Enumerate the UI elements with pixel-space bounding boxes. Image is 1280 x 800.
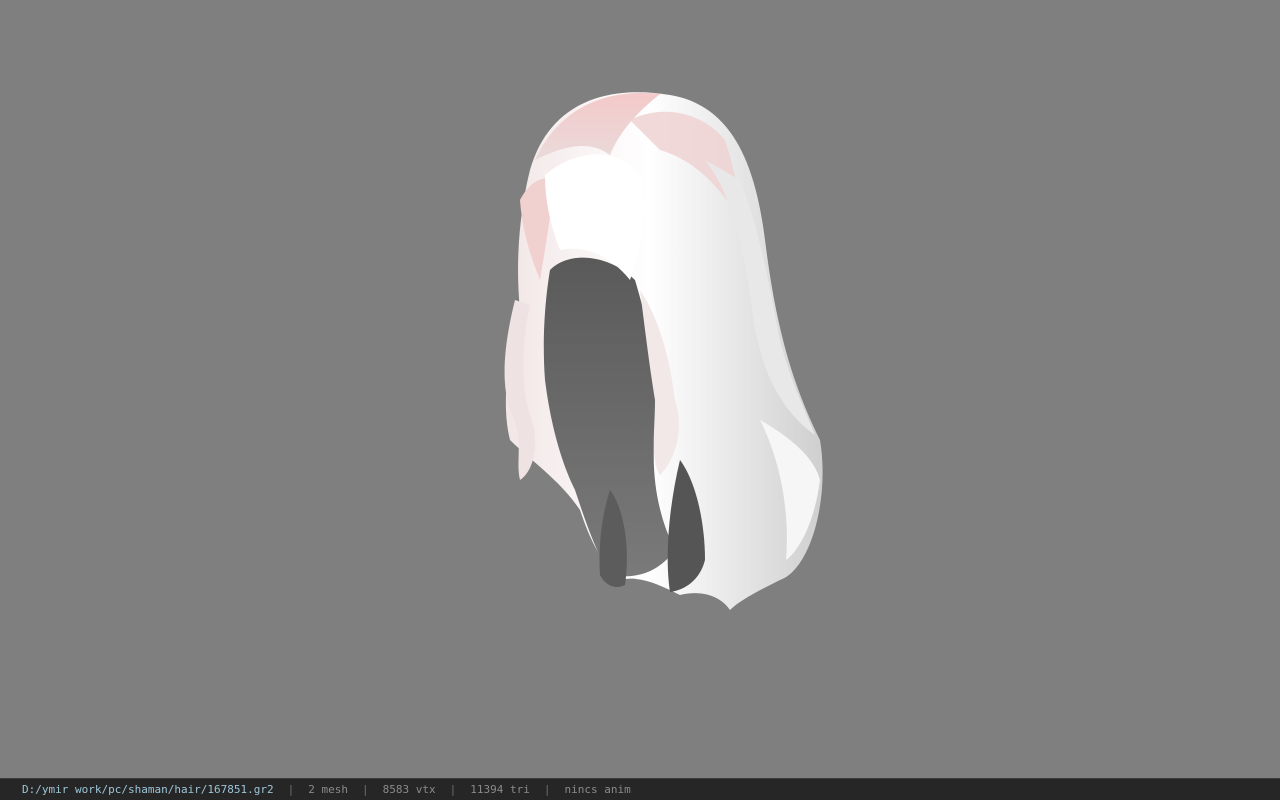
triangle-count: 11394 tri xyxy=(470,783,530,796)
vertex-count: 8583 vtx xyxy=(382,783,436,796)
file-path: D:/ymir work/pc/shaman/hair/167851.gr2 xyxy=(22,783,274,796)
3d-viewport[interactable] xyxy=(0,0,1280,778)
separator: | xyxy=(543,783,551,796)
animation-status: nincs anim xyxy=(564,783,631,796)
status-bar: D:/ymir work/pc/shaman/hair/167851.gr2 | 2… xyxy=(0,778,1280,800)
separator: | xyxy=(287,783,295,796)
separator: | xyxy=(449,783,457,796)
mesh-count: 2 mesh xyxy=(308,783,349,796)
hair-model xyxy=(504,92,823,610)
separator: | xyxy=(362,783,369,796)
